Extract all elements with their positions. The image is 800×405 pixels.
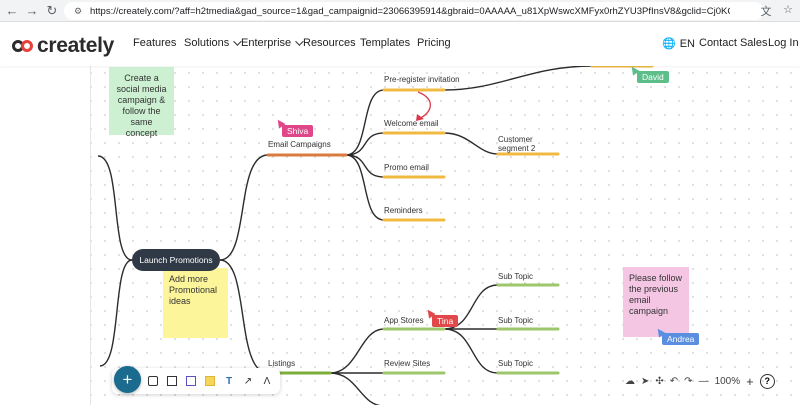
- node-email-campaigns[interactable]: Email Campaigns: [268, 140, 331, 149]
- nav-resources[interactable]: Resources: [303, 37, 356, 49]
- select-pointer-icon[interactable]: ➤: [641, 376, 649, 387]
- card-icon[interactable]: [184, 374, 198, 388]
- node-sub-topic-1[interactable]: Sub Topic: [498, 272, 533, 281]
- creately-logo-icon: [12, 39, 34, 53]
- node-welcome-email[interactable]: Welcome email: [384, 119, 439, 128]
- root-node[interactable]: Launch Promotions: [132, 249, 220, 271]
- node-reminders[interactable]: Reminders: [384, 206, 423, 215]
- connector-icon[interactable]: ↗: [241, 374, 255, 388]
- cloud-icon[interactable]: ☁: [625, 376, 635, 387]
- back-arrow-icon[interactable]: ←: [2, 1, 22, 21]
- node-customer-segment-line1[interactable]: Customer: [498, 135, 533, 144]
- zoom-out-icon[interactable]: —: [699, 376, 709, 387]
- creately-logo[interactable]: creately: [12, 34, 114, 58]
- nav-pricing[interactable]: Pricing: [417, 37, 451, 49]
- browser-chrome: ← → ↻ ⚙ https://creately.com/?aff=h2tmed…: [0, 0, 800, 22]
- node-pre-register[interactable]: Pre-register invitation: [384, 75, 460, 84]
- sticky-note-icon[interactable]: [203, 374, 217, 388]
- nav-templates[interactable]: Templates: [360, 37, 410, 49]
- forward-arrow-icon[interactable]: →: [22, 1, 42, 21]
- star-icon[interactable]: ☆: [780, 3, 796, 19]
- sticky-note-yellow[interactable]: Add more Promotional ideas: [163, 268, 228, 338]
- node-sub-topic-3[interactable]: Sub Topic: [498, 359, 533, 368]
- zoom-level[interactable]: 100%: [715, 376, 741, 387]
- text-icon[interactable]: T: [222, 374, 236, 388]
- node-promo-email[interactable]: Promo email: [384, 163, 429, 172]
- node-sub-topic-2[interactable]: Sub Topic: [498, 316, 533, 325]
- undo-icon[interactable]: ↶: [670, 376, 678, 387]
- frame-icon[interactable]: [146, 374, 160, 388]
- pen-icon[interactable]: Λ: [260, 374, 274, 388]
- site-header: creately Features Solutions Enterprise R…: [0, 22, 800, 66]
- contact-sales-link[interactable]: Contact Sales: [699, 37, 767, 49]
- language-selector[interactable]: 🌐 EN: [662, 37, 695, 51]
- nav-features[interactable]: Features: [133, 37, 176, 49]
- zoom-in-icon[interactable]: +: [746, 374, 754, 389]
- address-bar[interactable]: ⚙ https://creately.com/?aff=h2tmedia&gad…: [64, 2, 764, 20]
- view-toolbar: ☁ ➤ ✣ ↶ ↷ — 100% + ?: [625, 371, 795, 391]
- help-button[interactable]: ?: [759, 373, 775, 389]
- cursor-label-andrea: Andrea: [662, 333, 700, 345]
- logo-text: creately: [37, 34, 114, 57]
- node-review-sites[interactable]: Review Sites: [384, 359, 430, 368]
- cursor-label-shiva: Shiva: [282, 125, 314, 137]
- sticky-note-green[interactable]: Create a social media campaign & follow …: [109, 67, 174, 138]
- cursor-label-tina: Tina: [432, 315, 459, 327]
- nav-solutions[interactable]: Solutions: [184, 37, 242, 49]
- nav-enterprise[interactable]: Enterprise: [241, 37, 304, 49]
- add-shape-button[interactable]: +: [114, 366, 141, 393]
- sticky-note-pink[interactable]: Please follow the previous email campaig…: [623, 267, 689, 337]
- node-customer-segment-line2[interactable]: segment 2: [498, 144, 535, 153]
- redo-icon[interactable]: ↷: [684, 376, 692, 387]
- node-listings[interactable]: Listings: [268, 359, 295, 368]
- site-settings-icon[interactable]: ⚙: [70, 5, 86, 17]
- diagram-canvas[interactable]: Create a social media campaign & follow …: [0, 66, 800, 405]
- connector-arrow: [417, 91, 431, 119]
- node-app-stores[interactable]: App Stores: [384, 316, 424, 325]
- globe-icon: 🌐: [662, 38, 676, 50]
- rectangle-icon[interactable]: [165, 374, 179, 388]
- login-link[interactable]: Log In: [768, 37, 799, 49]
- translate-icon[interactable]: 文: [758, 3, 774, 19]
- reload-icon[interactable]: ↻: [42, 1, 62, 21]
- cursor-label-david: David: [637, 71, 669, 83]
- pan-icon[interactable]: ✣: [655, 376, 663, 387]
- url-text[interactable]: https://creately.com/?aff=h2tmedia&gad_s…: [90, 6, 730, 17]
